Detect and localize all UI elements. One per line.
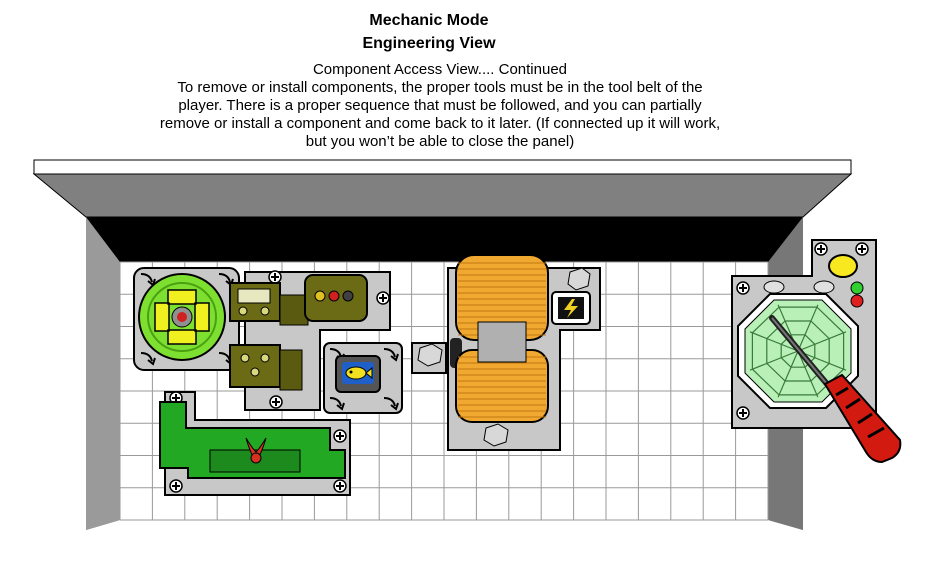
fan-icon bbox=[138, 273, 226, 361]
status-light-red bbox=[850, 294, 864, 308]
coil-icon bbox=[455, 254, 549, 423]
emblem-module-component[interactable] bbox=[323, 342, 403, 414]
panel-lid[interactable] bbox=[33, 159, 852, 175]
status-light-green bbox=[850, 281, 864, 295]
fan-component[interactable] bbox=[133, 267, 240, 371]
engineering-bay-scene bbox=[32, 159, 902, 530]
lightning-warning-icon bbox=[551, 291, 591, 325]
status-light-yellow bbox=[828, 254, 858, 278]
